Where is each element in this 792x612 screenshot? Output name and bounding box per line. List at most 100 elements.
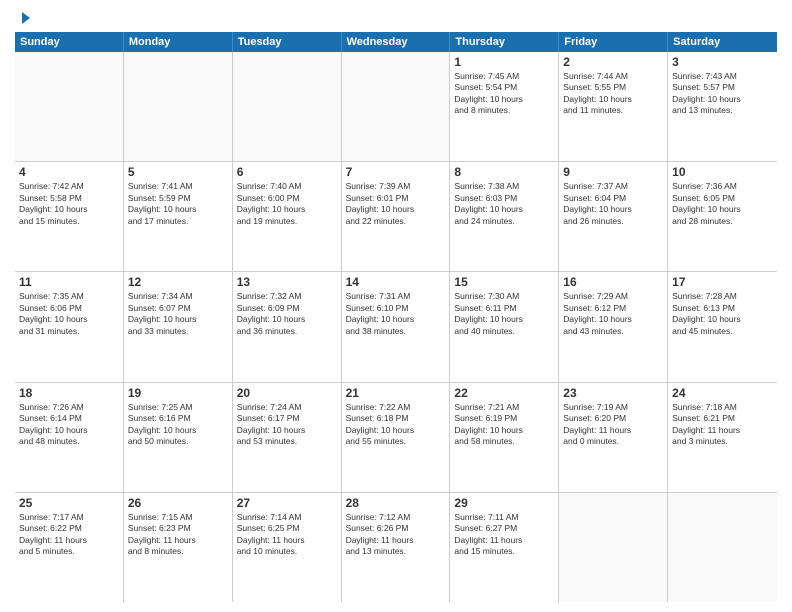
day-number: 8 [454,165,554,179]
calendar-cell: 13 Sunrise: 7:32 AMSunset: 6:09 PMDayligh… [233,272,342,381]
cell-info: Sunrise: 7:45 AMSunset: 5:54 PMDaylight:… [454,71,554,117]
day-number: 21 [346,386,446,400]
calendar-cell: 25 Sunrise: 7:17 AMSunset: 6:22 PMDayligh… [15,493,124,602]
calendar-cell: 7 Sunrise: 7:39 AMSunset: 6:01 PMDaylight… [342,162,451,271]
cell-info: Sunrise: 7:32 AMSunset: 6:09 PMDaylight:… [237,291,337,337]
day-number: 12 [128,275,228,289]
calendar-cell: 15 Sunrise: 7:30 AMSunset: 6:11 PMDayligh… [450,272,559,381]
weekday-header: Friday [559,32,668,52]
day-number: 23 [563,386,663,400]
calendar-cell: 28Sunrise: 7:12 AMSunset: 6:26 PMDayligh… [342,493,451,602]
day-number: 25 [19,496,119,510]
day-number: 11 [19,275,119,289]
day-number: 20 [237,386,337,400]
day-number: 18 [19,386,119,400]
calendar-cell: 8 Sunrise: 7:38 AMSunset: 6:03 PMDaylight… [450,162,559,271]
day-number: 27 [237,496,337,510]
calendar-cell: 6Sunrise: 7:40 AMSunset: 6:00 PMDaylight… [233,162,342,271]
cell-info: Sunrise: 7:35 AMSunset: 6:06 PMDaylight:… [19,291,119,337]
cell-info: Sunrise: 7:21 AMSunset: 6:19 PMDaylight:… [454,402,554,448]
calendar-cell [233,52,342,161]
day-number: 28 [346,496,446,510]
calendar-cell: 16 Sunrise: 7:29 AMSunset: 6:12 PMDayligh… [559,272,668,381]
calendar-row: 25 Sunrise: 7:17 AMSunset: 6:22 PMDayligh… [15,493,777,602]
day-number: 2 [563,55,663,69]
weekday-header: Saturday [668,32,777,52]
logo [15,10,32,26]
cell-info: Sunrise: 7:28 AMSunset: 6:13 PMDaylight:… [672,291,773,337]
weekday-header: Thursday [450,32,559,52]
cell-info: Sunrise: 7:41 AMSunset: 5:59 PMDaylight:… [128,181,228,227]
cell-info: Sunrise: 7:17 AMSunset: 6:22 PMDaylight:… [19,512,119,558]
day-number: 29 [454,496,554,510]
day-number: 17 [672,275,773,289]
cell-info: Sunrise: 7:25 AMSunset: 6:16 PMDaylight:… [128,402,228,448]
calendar-cell: 21 Sunrise: 7:22 AMSunset: 6:18 PMDayligh… [342,383,451,492]
day-number: 4 [19,165,119,179]
day-number: 22 [454,386,554,400]
cell-info: Sunrise: 7:15 AMSunset: 6:23 PMDaylight:… [128,512,228,558]
calendar-row: 4Sunrise: 7:42 AMSunset: 5:58 PMDaylight… [15,162,777,272]
calendar-header: SundayMondayTuesdayWednesdayThursdayFrid… [15,32,777,52]
cell-info: Sunrise: 7:34 AMSunset: 6:07 PMDaylight:… [128,291,228,337]
calendar: SundayMondayTuesdayWednesdayThursdayFrid… [15,32,777,602]
calendar-cell [15,52,124,161]
day-number: 13 [237,275,337,289]
cell-info: Sunrise: 7:22 AMSunset: 6:18 PMDaylight:… [346,402,446,448]
calendar-cell: 3 Sunrise: 7:43 AMSunset: 5:57 PMDaylight… [668,52,777,161]
calendar-row: 1 Sunrise: 7:45 AMSunset: 5:54 PMDaylight… [15,52,777,162]
calendar-cell: 19Sunrise: 7:25 AMSunset: 6:16 PMDayligh… [124,383,233,492]
calendar-cell [124,52,233,161]
day-number: 10 [672,165,773,179]
cell-info: Sunrise: 7:38 AMSunset: 6:03 PMDaylight:… [454,181,554,227]
cell-info: Sunrise: 7:37 AMSunset: 6:04 PMDaylight:… [563,181,663,227]
calendar-cell [559,493,668,602]
calendar-cell [668,493,777,602]
calendar-cell: 1 Sunrise: 7:45 AMSunset: 5:54 PMDaylight… [450,52,559,161]
calendar-cell: 17 Sunrise: 7:28 AMSunset: 6:13 PMDayligh… [668,272,777,381]
calendar-cell: 24Sunrise: 7:18 AMSunset: 6:21 PMDayligh… [668,383,777,492]
calendar-cell: 20 Sunrise: 7:24 AMSunset: 6:17 PMDayligh… [233,383,342,492]
day-number: 1 [454,55,554,69]
cell-info: Sunrise: 7:18 AMSunset: 6:21 PMDaylight:… [672,402,773,448]
calendar-cell: 4Sunrise: 7:42 AMSunset: 5:58 PMDaylight… [15,162,124,271]
cell-info: Sunrise: 7:43 AMSunset: 5:57 PMDaylight:… [672,71,773,117]
calendar-cell: 12 Sunrise: 7:34 AMSunset: 6:07 PMDayligh… [124,272,233,381]
page: SundayMondayTuesdayWednesdayThursdayFrid… [0,0,792,612]
cell-info: Sunrise: 7:29 AMSunset: 6:12 PMDaylight:… [563,291,663,337]
cell-info: Sunrise: 7:39 AMSunset: 6:01 PMDaylight:… [346,181,446,227]
calendar-cell: 27 Sunrise: 7:14 AMSunset: 6:25 PMDayligh… [233,493,342,602]
weekday-header: Sunday [15,32,124,52]
cell-info: Sunrise: 7:26 AMSunset: 6:14 PMDaylight:… [19,402,119,448]
day-number: 3 [672,55,773,69]
cell-info: Sunrise: 7:44 AMSunset: 5:55 PMDaylight:… [563,71,663,117]
calendar-cell: 18 Sunrise: 7:26 AMSunset: 6:14 PMDayligh… [15,383,124,492]
logo-icon [16,10,32,26]
cell-info: Sunrise: 7:30 AMSunset: 6:11 PMDaylight:… [454,291,554,337]
cell-info: Sunrise: 7:36 AMSunset: 6:05 PMDaylight:… [672,181,773,227]
header [15,10,777,26]
day-number: 5 [128,165,228,179]
calendar-cell: 10 Sunrise: 7:36 AMSunset: 6:05 PMDayligh… [668,162,777,271]
calendar-row: 11 Sunrise: 7:35 AMSunset: 6:06 PMDayligh… [15,272,777,382]
calendar-cell: 26 Sunrise: 7:15 AMSunset: 6:23 PMDayligh… [124,493,233,602]
day-number: 15 [454,275,554,289]
calendar-cell: 29 Sunrise: 7:11 AMSunset: 6:27 PMDayligh… [450,493,559,602]
calendar-cell: 22 Sunrise: 7:21 AMSunset: 6:19 PMDayligh… [450,383,559,492]
cell-info: Sunrise: 7:11 AMSunset: 6:27 PMDaylight:… [454,512,554,558]
calendar-row: 18 Sunrise: 7:26 AMSunset: 6:14 PMDayligh… [15,383,777,493]
day-number: 26 [128,496,228,510]
day-number: 6 [237,165,337,179]
calendar-body: 1 Sunrise: 7:45 AMSunset: 5:54 PMDaylight… [15,52,777,602]
cell-info: Sunrise: 7:24 AMSunset: 6:17 PMDaylight:… [237,402,337,448]
weekday-header: Tuesday [233,32,342,52]
day-number: 7 [346,165,446,179]
day-number: 9 [563,165,663,179]
day-number: 14 [346,275,446,289]
calendar-cell: 23Sunrise: 7:19 AMSunset: 6:20 PMDayligh… [559,383,668,492]
weekday-header: Wednesday [342,32,451,52]
calendar-cell: 2 Sunrise: 7:44 AMSunset: 5:55 PMDaylight… [559,52,668,161]
cell-info: Sunrise: 7:14 AMSunset: 6:25 PMDaylight:… [237,512,337,558]
calendar-cell [342,52,451,161]
day-number: 16 [563,275,663,289]
